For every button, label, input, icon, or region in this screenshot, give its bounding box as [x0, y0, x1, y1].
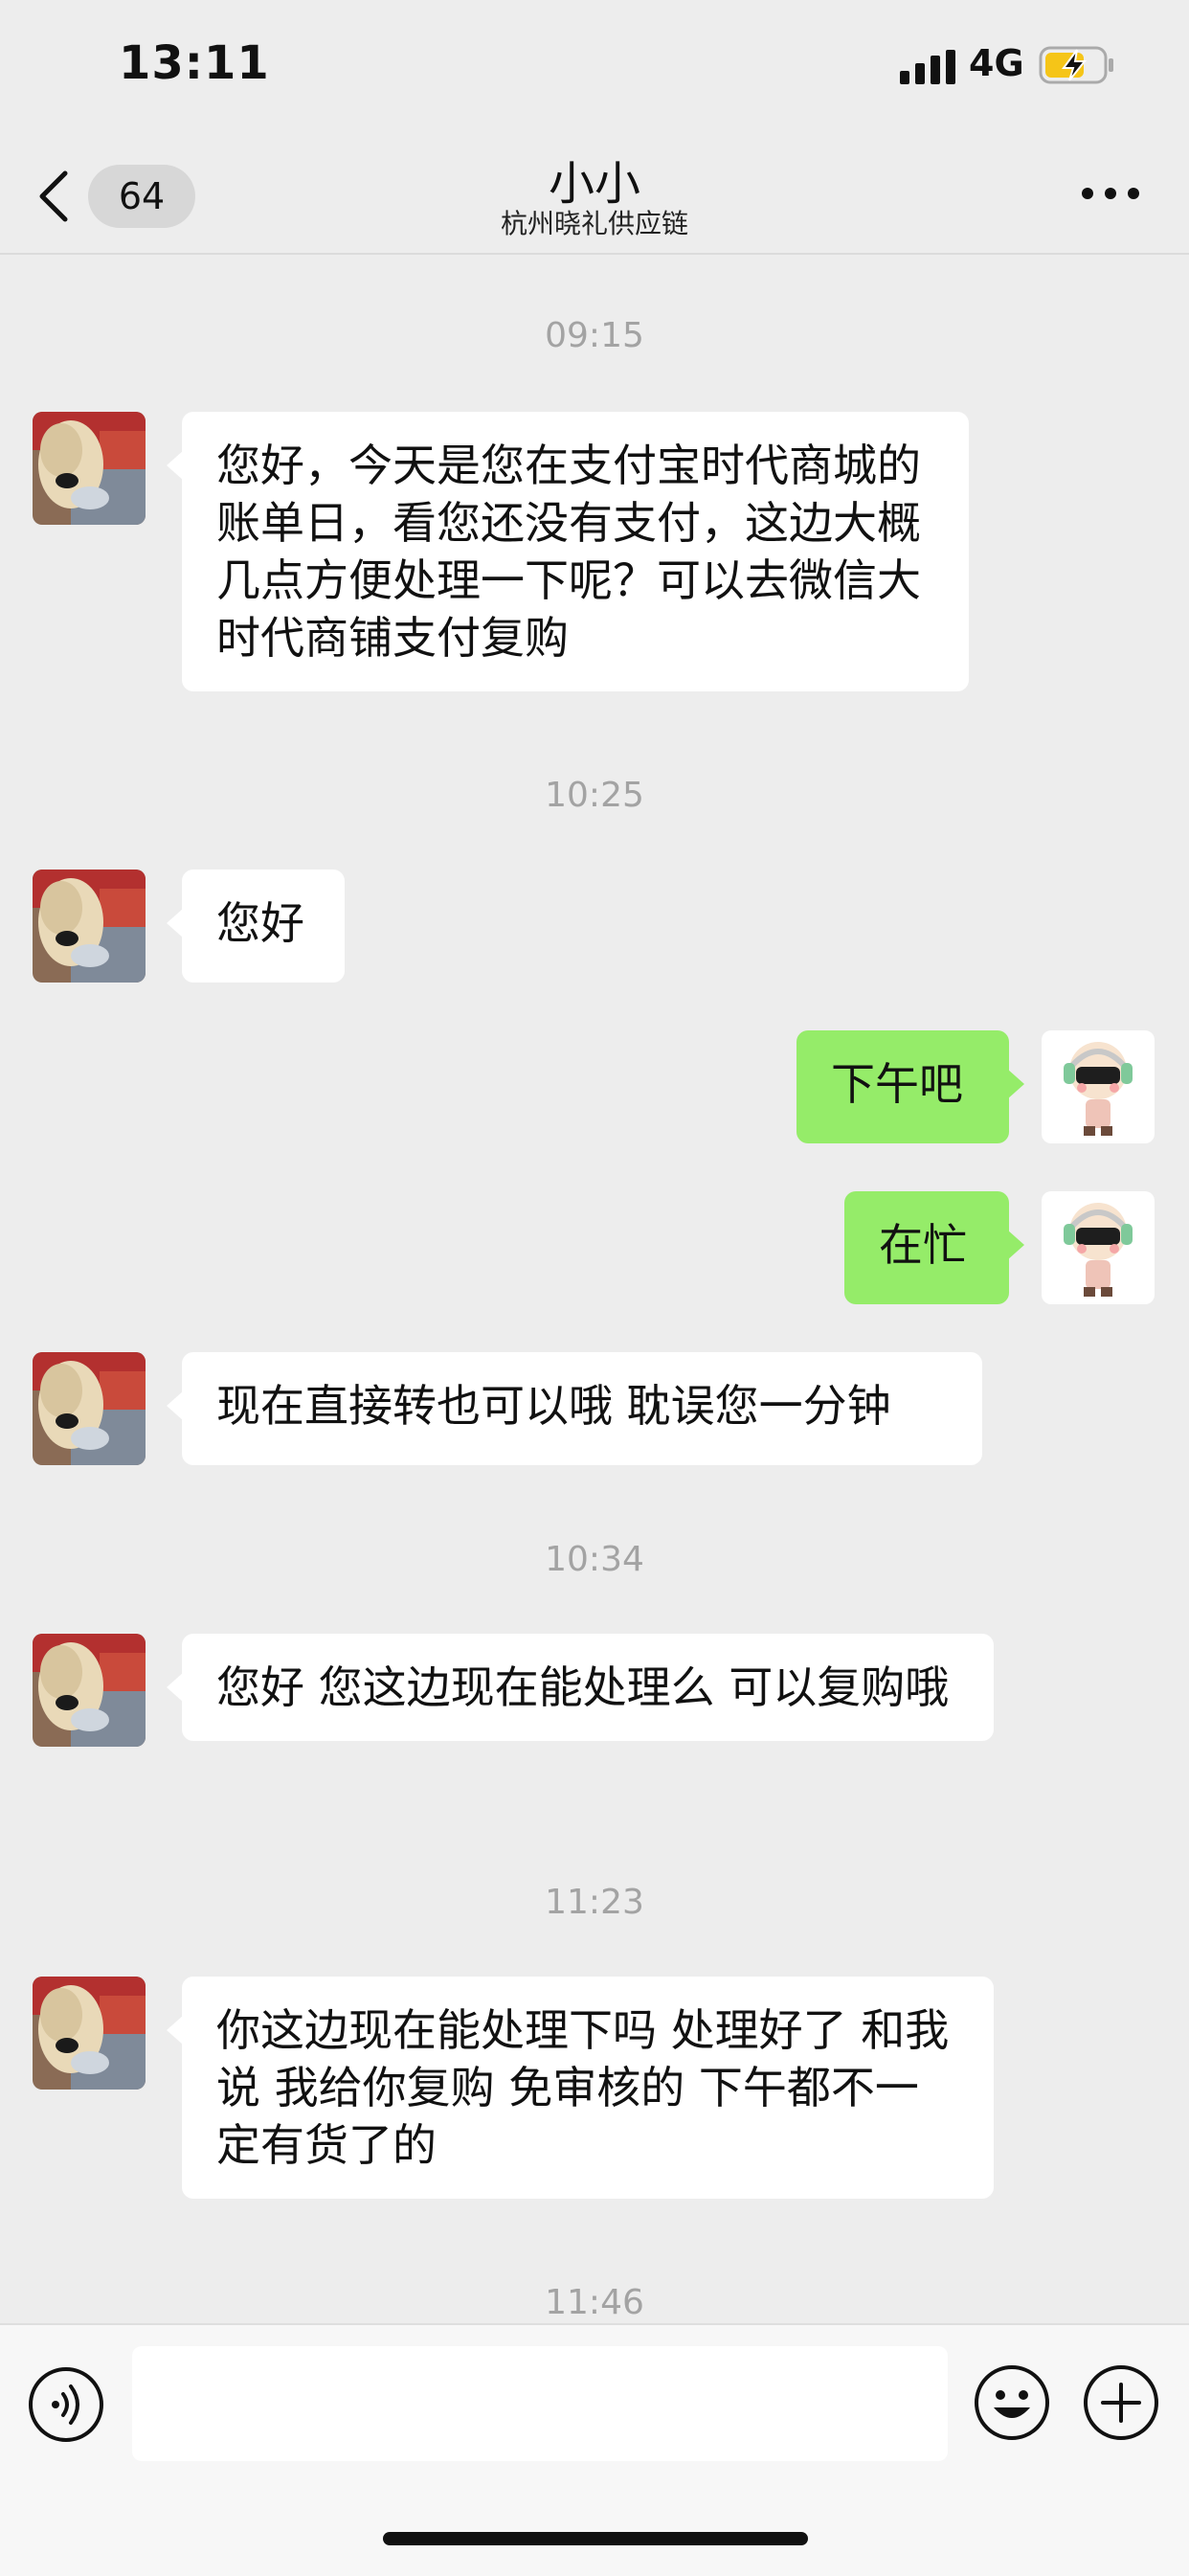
contact-avatar[interactable]: [33, 870, 146, 983]
self-avatar[interactable]: [1042, 1030, 1155, 1143]
timestamp: 11:23: [545, 1883, 644, 1922]
message-bubble-incoming[interactable]: 您好: [167, 870, 345, 983]
self-avatar[interactable]: [1042, 1191, 1155, 1304]
chat-subtitle: 杭州晓礼供应链: [500, 208, 688, 239]
message-input[interactable]: [132, 2346, 948, 2461]
timestamp: 09:15: [545, 316, 644, 355]
message-bubble-outgoing[interactable]: 下午吧: [796, 1030, 1024, 1143]
chat-message-list[interactable]: 09:15 您好，今天是您在支付宝时代商城的账单日，看您还没有支付，这边大概几点…: [0, 255, 1189, 2323]
voice-icon[interactable]: [27, 2365, 105, 2444]
contact-avatar[interactable]: [33, 1352, 146, 1465]
nav-bar: 64 小小 杭州晓礼供应链: [0, 134, 1189, 255]
timestamp: 10:25: [545, 776, 644, 815]
more-dots-icon[interactable]: [1080, 182, 1141, 205]
message-bubble-incoming[interactable]: 现在直接转也可以哦 耽误您一分钟: [167, 1352, 982, 1465]
emoji-icon[interactable]: [973, 2363, 1051, 2442]
status-time: 13:11: [119, 36, 270, 90]
battery-charging-icon: [1039, 46, 1113, 84]
home-indicator[interactable]: [383, 2532, 808, 2545]
message-bubble-incoming[interactable]: 您好 您这边现在能处理么 可以复购哦: [167, 1634, 994, 1741]
signal-icon: [900, 50, 955, 84]
status-bar: 13:11 4G: [0, 0, 1189, 134]
contact-avatar[interactable]: [33, 1634, 146, 1747]
contact-avatar[interactable]: [33, 1977, 146, 2090]
message-bubble-outgoing[interactable]: 在忙: [844, 1191, 1024, 1304]
contact-avatar[interactable]: [33, 412, 146, 525]
network-label: 4G: [969, 42, 1024, 84]
plus-icon[interactable]: [1082, 2363, 1160, 2442]
message-bubble-incoming[interactable]: 你这边现在能处理下吗 处理好了 和我说 我给你复购 免审核的 下午都不一定有货了…: [167, 1977, 994, 2199]
timestamp: 11:46: [545, 2283, 644, 2322]
timestamp: 10:34: [545, 1540, 644, 1579]
message-bubble-incoming[interactable]: 您好，今天是您在支付宝时代商城的账单日，看您还没有支付，这边大概几点方便处理一下…: [167, 412, 969, 691]
